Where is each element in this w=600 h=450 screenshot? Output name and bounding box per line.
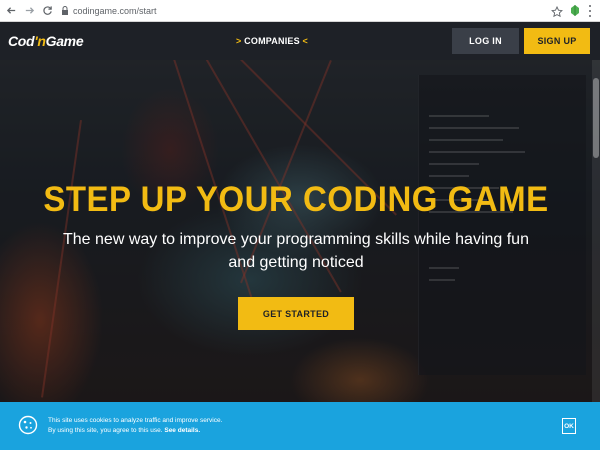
address-bar[interactable]: codingame.com/start <box>60 3 590 19</box>
cookie-line-1: This site uses cookies to analyze traffi… <box>48 417 223 424</box>
cookie-icon <box>18 415 38 435</box>
signup-button[interactable]: SIGN UP <box>524 28 590 54</box>
cookie-ok-button[interactable]: OK <box>562 418 576 434</box>
cookie-banner: This site uses cookies to analyze traffi… <box>0 402 600 450</box>
hero-subline: The new way to improve your programming … <box>63 231 529 271</box>
site-header: Cod'nGame > COMPANIES < LOG IN SIGN UP <box>0 22 600 60</box>
forward-arrow-icon[interactable] <box>22 4 36 18</box>
extension-icon[interactable] <box>569 4 581 17</box>
cookie-line-2: By using this site, you agree to this us… <box>48 426 222 436</box>
logo-text-end: Game <box>45 33 84 49</box>
browser-toolbar: codingame.com/start <box>0 0 600 22</box>
cookie-message: This site uses cookies to analyze traffi… <box>48 416 222 436</box>
get-started-button[interactable]: GET STARTED <box>238 297 354 330</box>
codingame-logo[interactable]: Cod'nGame <box>8 33 84 49</box>
hero-headline: STEP UP YOUR CODING GAME <box>43 178 549 219</box>
reload-icon[interactable] <box>40 4 54 18</box>
cookie-line-2-text: By using this site, you agree to this us… <box>48 427 163 434</box>
logo-text-main: Cod <box>8 33 35 49</box>
chevron-right-icon: > <box>236 36 242 46</box>
logo-text-accent: 'n <box>34 33 46 49</box>
bookmark-star-icon[interactable] <box>551 5 563 18</box>
login-button[interactable]: LOG IN <box>452 28 519 54</box>
page-scrollbar[interactable] <box>592 60 600 402</box>
url-text[interactable]: codingame.com/start <box>73 6 157 16</box>
cookie-details-link[interactable]: See details. <box>164 427 200 434</box>
chevron-left-icon: < <box>302 36 308 46</box>
companies-link[interactable]: > COMPANIES < <box>236 36 308 46</box>
browser-menu-icon[interactable] <box>587 5 593 17</box>
hero-section: STEP UP YOUR CODING GAME The new way to … <box>0 60 600 402</box>
companies-label: COMPANIES <box>244 36 300 46</box>
back-arrow-icon[interactable] <box>4 4 18 18</box>
lock-icon <box>60 6 70 16</box>
